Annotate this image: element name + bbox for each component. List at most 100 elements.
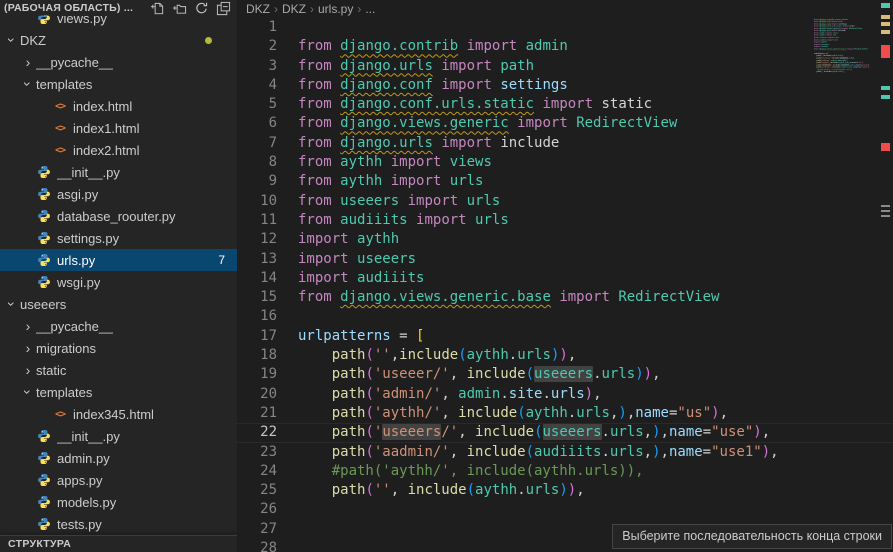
code-line-7[interactable]: 7from django.urls import include bbox=[237, 134, 893, 153]
code-line-6[interactable]: 6from django.views.generic import Redire… bbox=[237, 114, 893, 133]
code-line-16[interactable]: 16 bbox=[237, 307, 893, 326]
code-line-15[interactable]: 15from django.views.generic.base import … bbox=[237, 288, 893, 307]
code-line-24[interactable]: 24 #path('aythh/', include(aythh.urls)), bbox=[237, 462, 893, 481]
code-line-21[interactable]: 21 path('aythh/', include(aythh.urls,),n… bbox=[237, 404, 893, 423]
chevron-right-icon: › bbox=[20, 362, 36, 378]
overview-ruler[interactable] bbox=[878, 0, 893, 552]
refresh-icon[interactable] bbox=[194, 1, 209, 16]
code-line-23[interactable]: 23 path('aadmin/', include(audiiits.urls… bbox=[237, 443, 893, 462]
tree-item-index345-html[interactable]: <> index345.html bbox=[0, 403, 237, 425]
ruler-mark bbox=[881, 95, 890, 99]
tree-item-pycache[interactable]: ›__pycache__ bbox=[0, 51, 237, 73]
tree-item-label: templates bbox=[36, 77, 92, 92]
chevron-right-icon: › bbox=[310, 2, 314, 16]
code-line-text: path('aadmin/', include(audiiits.urls,),… bbox=[298, 443, 779, 462]
tree-item-templates[interactable]: ›templates bbox=[0, 73, 237, 95]
code-line-10[interactable]: 10from useeers import urls bbox=[237, 192, 893, 211]
tree-item-label: index345.html bbox=[73, 407, 154, 422]
tree-item-settings-py[interactable]: settings.py bbox=[0, 227, 237, 249]
minimap-content: 12from django.contrib import admin3from … bbox=[814, 16, 878, 80]
code-line-4[interactable]: 4from django.conf import settings bbox=[237, 76, 893, 95]
ruler-mark bbox=[881, 22, 890, 26]
code-line-26[interactable]: 26 bbox=[237, 500, 893, 519]
tree-item-asgi-py[interactable]: asgi.py bbox=[0, 183, 237, 205]
code-line-5[interactable]: 5from django.conf.urls.static import sta… bbox=[237, 95, 893, 114]
line-number: 6 bbox=[237, 114, 277, 133]
outline-section-header[interactable]: СТРУКТУРА bbox=[0, 535, 237, 552]
line-number: 9 bbox=[237, 172, 277, 191]
tree-item-index2-html[interactable]: <>index2.html bbox=[0, 139, 237, 161]
tree-item-database-roouter-py[interactable]: database_roouter.py bbox=[0, 205, 237, 227]
breadcrumb-item[interactable]: DKZ bbox=[282, 2, 306, 16]
explorer-header: (РАБОЧАЯ ОБЛАСТЬ) ... bbox=[0, 0, 237, 15]
new-file-icon[interactable] bbox=[150, 1, 165, 16]
code-line-11[interactable]: 11from audiiits import urls bbox=[237, 211, 893, 230]
ruler-mark bbox=[881, 15, 890, 19]
code-line-18[interactable]: 18 path('',include(aythh.urls)), bbox=[237, 346, 893, 365]
chevron-down-icon: › bbox=[20, 76, 36, 92]
minimap[interactable]: 12from django.contrib import admin3from … bbox=[814, 16, 878, 146]
code-line-22[interactable]: 22 path('useeers/', include(useeers.urls… bbox=[237, 423, 893, 442]
python-icon bbox=[36, 428, 52, 444]
eol-tooltip: Выберите последовательность конца строки bbox=[612, 524, 892, 549]
tree-item-models-py[interactable]: models.py bbox=[0, 491, 237, 513]
code-line-17[interactable]: 17urlpatterns = [ bbox=[237, 327, 893, 346]
tree-item-static[interactable]: ›static bbox=[0, 359, 237, 381]
code-line-3[interactable]: 3from django.urls import path bbox=[237, 57, 893, 76]
code-editor[interactable]: 12from django.contrib import admin3from … bbox=[237, 18, 893, 552]
html-icon: <> bbox=[52, 406, 68, 422]
tree-item-pycache[interactable]: ›__pycache__ bbox=[0, 315, 237, 337]
tree-item-label: __pycache__ bbox=[36, 55, 113, 70]
code-line-text: from aythh import views bbox=[298, 153, 492, 172]
code-line-text: #path('aythh/', include(aythh.urls)), bbox=[298, 462, 644, 481]
code-line-14[interactable]: 14import audiiits bbox=[237, 269, 893, 288]
chevron-right-icon: › bbox=[20, 318, 36, 334]
python-icon bbox=[36, 164, 52, 180]
code-line-25[interactable]: 25 path('', include(aythh.urls)), bbox=[237, 481, 893, 500]
breadcrumb-item[interactable]: DKZ bbox=[246, 2, 270, 16]
explorer-sidebar: (РАБОЧАЯ ОБЛАСТЬ) ... views.py›DKZ›__pyc… bbox=[0, 0, 237, 552]
tree-item-urls-py[interactable]: urls.py7 bbox=[0, 249, 237, 271]
ruler-mark bbox=[881, 30, 890, 34]
tree-item-tests-py[interactable]: tests.py bbox=[0, 513, 237, 535]
line-number: 27 bbox=[237, 520, 277, 539]
code-line-text: import useeers bbox=[298, 250, 416, 269]
ruler-mark bbox=[881, 86, 890, 90]
collapse-all-icon[interactable] bbox=[216, 1, 231, 16]
tree-item-dkz[interactable]: ›DKZ bbox=[0, 29, 237, 51]
chevron-down-icon: › bbox=[4, 32, 20, 48]
tree-item-init-py[interactable]: __init__.py bbox=[0, 161, 237, 183]
code-line-1[interactable]: 1 bbox=[237, 18, 893, 37]
code-line-2[interactable]: 2from django.contrib import admin bbox=[237, 37, 893, 56]
breadcrumb-item[interactable]: urls.py bbox=[318, 2, 353, 16]
tree-item-wsgi-py[interactable]: wsgi.py bbox=[0, 271, 237, 293]
html-icon: <> bbox=[52, 98, 68, 114]
tree-item-migrations[interactable]: ›migrations bbox=[0, 337, 237, 359]
code-line-20[interactable]: 20 path('admin/', admin.site.urls), bbox=[237, 385, 893, 404]
code-line-8[interactable]: 8from aythh import views bbox=[237, 153, 893, 172]
chevron-right-icon: › bbox=[20, 340, 36, 356]
breadcrumb-item[interactable]: ... bbox=[365, 2, 375, 16]
tree-item-useeers[interactable]: ›useeers bbox=[0, 293, 237, 315]
python-icon bbox=[36, 516, 52, 532]
tree-item-index-html[interactable]: <>index.html bbox=[0, 95, 237, 117]
outline-section-label: СТРУКТУРА bbox=[8, 538, 71, 550]
code-line-text: urlpatterns = [ bbox=[298, 327, 424, 346]
eol-tooltip-text: Выберите последовательность конца строки bbox=[622, 529, 882, 543]
tree-item-init-py[interactable]: __init__.py bbox=[0, 425, 237, 447]
code-line-13[interactable]: 13import useeers bbox=[237, 250, 893, 269]
code-line-text: import aythh bbox=[298, 230, 399, 249]
code-line-text: path('', include(aythh.urls)), bbox=[814, 71, 844, 73]
tree-item-index1-html[interactable]: <>index1.html bbox=[0, 117, 237, 139]
new-folder-icon[interactable] bbox=[172, 1, 187, 16]
tree-item-admin-py[interactable]: admin.py bbox=[0, 447, 237, 469]
code-line-text: import audiiits bbox=[298, 269, 424, 288]
code-line-12[interactable]: 12import aythh bbox=[237, 230, 893, 249]
tree-item-apps-py[interactable]: apps.py bbox=[0, 469, 237, 491]
code-line-19[interactable]: 19 path('useeer/', include(useeers.urls)… bbox=[237, 365, 893, 384]
ruler-mark bbox=[881, 210, 890, 212]
code-line-9[interactable]: 9from aythh import urls bbox=[237, 172, 893, 191]
line-number: 1 bbox=[237, 18, 277, 37]
tree-item-templates[interactable]: ›templates bbox=[0, 381, 237, 403]
line-number: 18 bbox=[237, 346, 277, 365]
